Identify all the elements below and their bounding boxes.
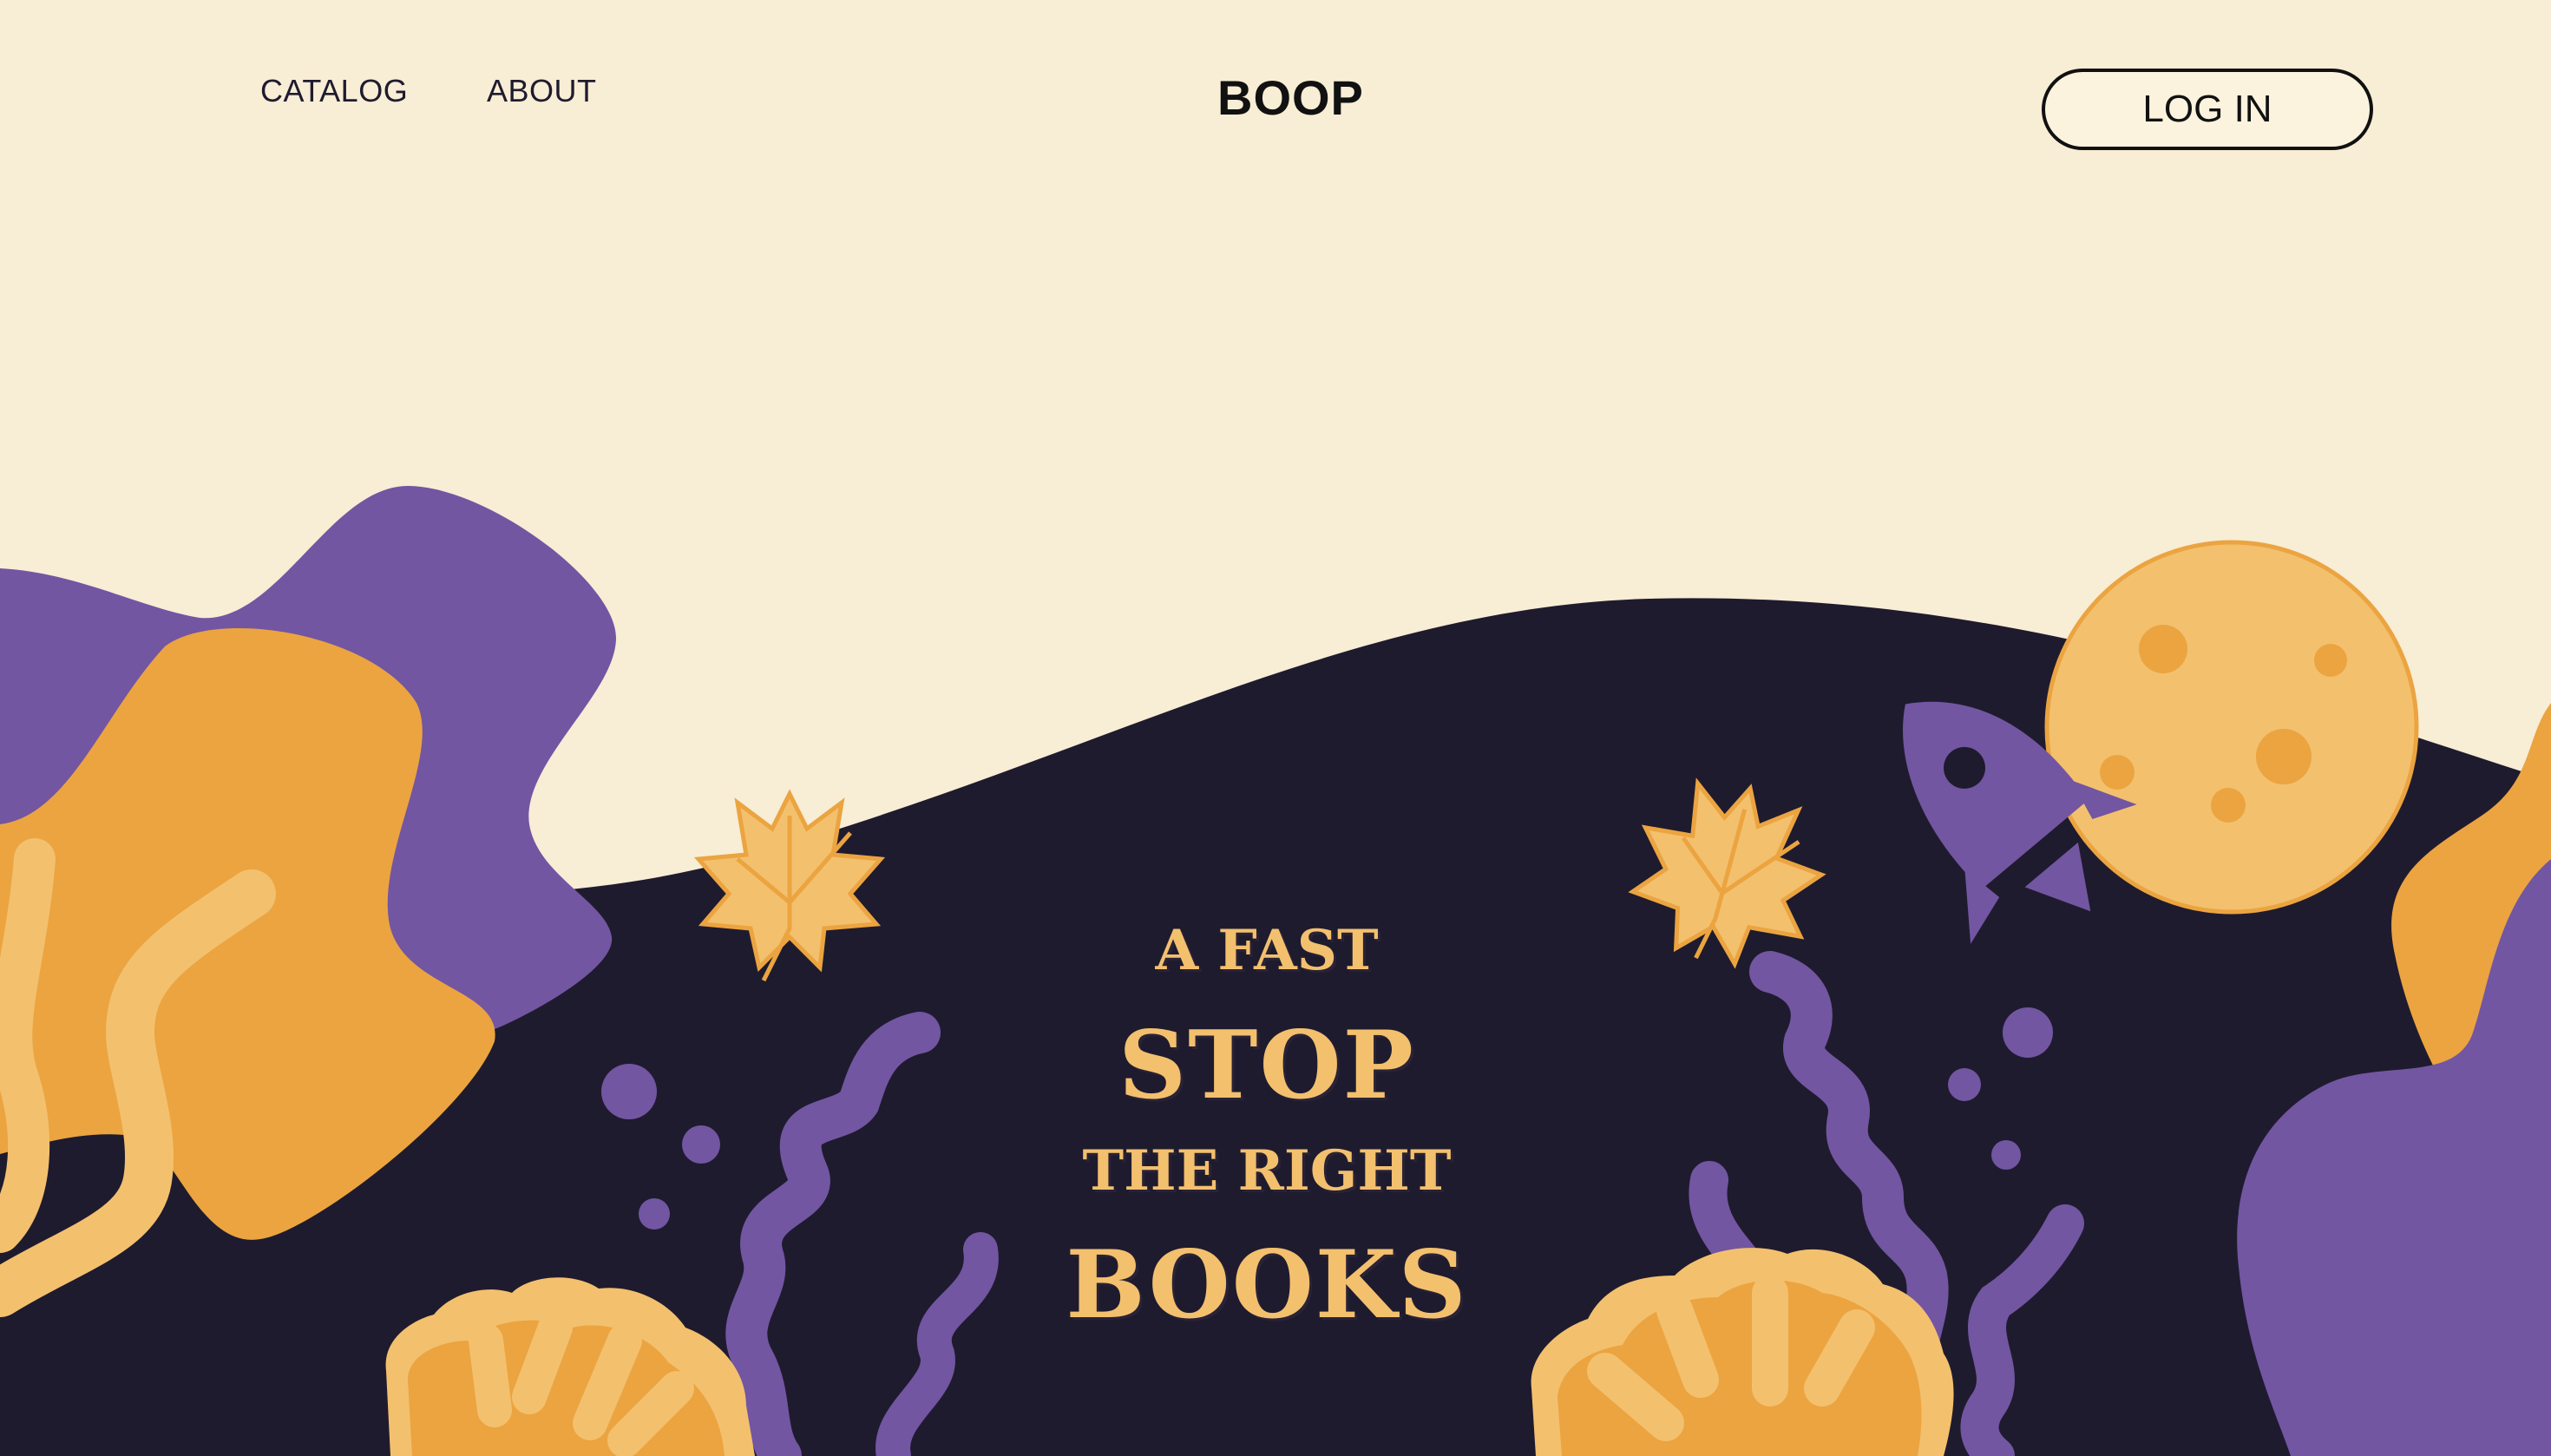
moon-icon — [2044, 540, 2419, 915]
hero-line-1: A FAST — [1155, 918, 1379, 983]
brand-logo[interactable]: BOOP — [1217, 69, 1364, 126]
nav-about-link[interactable]: ABOUT — [487, 73, 597, 109]
hero-line-3: THE RIGHT — [1082, 1138, 1452, 1203]
login-button-label: LOG IN — [2142, 88, 2272, 130]
hero-line-4: BOOKS — [1066, 1230, 1468, 1340]
hero-line-2: STOP — [1118, 1011, 1415, 1120]
nav-catalog-link[interactable]: CATALOG — [260, 73, 408, 109]
login-button[interactable]: LOG IN — [2042, 69, 2373, 150]
